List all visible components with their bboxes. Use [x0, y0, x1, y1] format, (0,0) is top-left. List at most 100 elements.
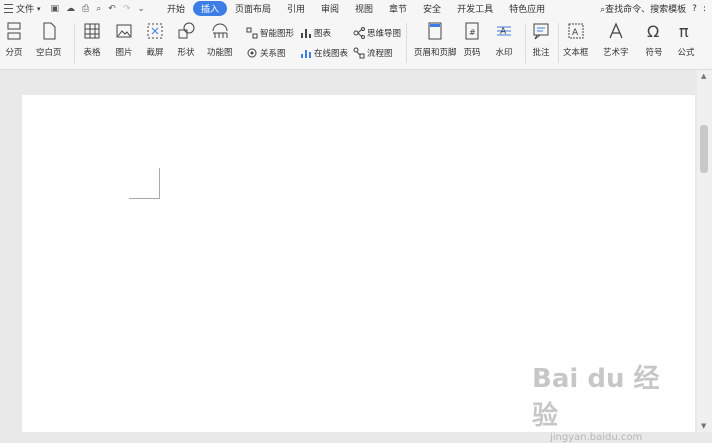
table-label: 表格 — [83, 48, 101, 58]
print-preview-icon[interactable]: ⌕ — [96, 4, 101, 14]
screenshot-label: 截屏 — [146, 48, 164, 58]
watermark-label: 水印 — [495, 48, 513, 58]
pi-icon: π — [679, 22, 689, 41]
file-menu[interactable]: 文件 ▾ — [4, 2, 41, 15]
formula-label: 公式 — [677, 48, 695, 58]
smart-graphic-button[interactable]: 智能图形 — [246, 27, 294, 39]
watermark-icon: A — [497, 26, 511, 37]
blank-page-button[interactable]: 空白页 — [36, 21, 62, 58]
picture-button[interactable]: 图片 — [114, 21, 134, 58]
menu-icon — [4, 4, 13, 13]
symbol-button[interactable]: Ω 符号 — [644, 21, 664, 58]
wordart-icon — [609, 22, 623, 39]
page-break-icon — [7, 22, 21, 40]
blank-page-icon — [43, 22, 56, 40]
ribbon-separator — [74, 23, 75, 63]
relation-chart-label: 关系图 — [260, 49, 286, 59]
page-break-label: 分页 — [5, 48, 23, 58]
formula-button[interactable]: π 公式 — [676, 21, 696, 58]
online-chart-button[interactable]: 在线图表 — [300, 47, 348, 59]
ribbon-tabs: 开始 插入 页面布局 引用 审阅 视图 章节 安全 开发工具 特色应用 — [159, 1, 553, 16]
shape-icon — [178, 22, 195, 39]
comment-button[interactable]: 批注 — [531, 21, 551, 58]
undo-icon[interactable]: ↶ — [108, 4, 116, 14]
comment-label: 批注 — [532, 48, 550, 58]
table-icon — [84, 23, 100, 39]
svg-text:π: π — [679, 22, 689, 41]
page-number-button[interactable]: # 页码 — [462, 21, 482, 58]
flowchart-button[interactable]: 流程图 — [353, 47, 393, 59]
flowchart-label: 流程图 — [367, 49, 393, 59]
chart-button[interactable]: 图表 — [300, 27, 331, 39]
wordart-label: 艺术字 — [603, 48, 629, 58]
ribbon: 分页 空白页 表格 图片 截屏 形状 功能图 智能图形 图表 思维导图 关系图 — [0, 17, 712, 70]
wordart-button[interactable]: 艺术字 — [603, 21, 629, 58]
scroll-down-icon[interactable]: ▼ — [701, 422, 706, 430]
ribbon-separator — [406, 23, 407, 63]
mind-map-label: 思维导图 — [367, 29, 402, 39]
print-icon[interactable]: ⎙ — [82, 4, 89, 14]
mind-map-button[interactable]: 思维导图 — [353, 27, 401, 39]
table-button[interactable]: 表格 — [82, 21, 102, 58]
textbox-label: 文本框 — [563, 48, 589, 58]
tab-page-layout[interactable]: 页面布局 — [227, 1, 279, 16]
scrollbar-thumb[interactable] — [700, 125, 708, 173]
page-number-icon: # — [465, 22, 479, 40]
page-break-button[interactable]: 分页 — [4, 21, 24, 58]
scissors-icon — [147, 23, 163, 39]
tab-home[interactable]: 开始 — [159, 1, 193, 16]
ribbon-separator — [525, 23, 526, 63]
search-command-label: 查找命令、搜索模板 — [605, 5, 687, 15]
baidu-watermark: Bai du 经验 jingyan.baidu.com — [532, 358, 682, 443]
comment-icon — [533, 23, 549, 40]
watermark-url: jingyan.baidu.com — [550, 432, 643, 443]
textbox-button[interactable]: A 文本框 — [563, 21, 589, 58]
header-footer-button[interactable]: 页眉和页脚 — [414, 21, 457, 58]
tab-special[interactable]: 特色应用 — [501, 1, 553, 16]
tab-security[interactable]: 安全 — [415, 1, 449, 16]
quick-access: ▣ ☁ ⎙ ⌕ ↶ ↷ ⌄ — [51, 4, 145, 14]
chevron-down-icon: ▾ — [37, 4, 41, 13]
page-number-label: 页码 — [463, 48, 481, 58]
tab-view[interactable]: 视图 — [347, 1, 381, 16]
tab-review[interactable]: 审阅 — [313, 1, 347, 16]
tab-references[interactable]: 引用 — [279, 1, 313, 16]
cloud-icon[interactable]: ☁ — [66, 4, 75, 14]
screenshot-button[interactable]: 截屏 — [145, 21, 165, 58]
watermark-brand: Bai du 经验 — [532, 364, 660, 431]
picture-label: 图片 — [115, 48, 133, 58]
redo-icon[interactable]: ↷ — [123, 4, 131, 14]
menubar: 文件 ▾ ▣ ☁ ⎙ ⌕ ↶ ↷ ⌄ 开始 插入 页面布局 引用 审阅 视图 章… — [0, 0, 712, 17]
online-chart-label: 在线图表 — [314, 49, 349, 59]
svg-text:A: A — [572, 28, 579, 38]
vertical-scrollbar[interactable]: ▲ ▼ — [697, 70, 712, 432]
header-footer-label: 页眉和页脚 — [414, 48, 457, 58]
tab-section[interactable]: 章节 — [381, 1, 415, 16]
scroll-up-icon[interactable]: ▲ — [701, 72, 706, 80]
svg-text:Ω: Ω — [647, 22, 659, 41]
mind-map-icon — [353, 27, 365, 39]
help-button[interactable]: ? — [692, 4, 697, 14]
relation-chart-button[interactable]: 关系图 — [246, 47, 286, 59]
watermark-button[interactable]: A 水印 — [494, 21, 514, 58]
tab-developer[interactable]: 开发工具 — [449, 1, 501, 16]
svg-text:#: # — [469, 28, 476, 37]
file-menu-label: 文件 — [16, 5, 35, 15]
ribbon-separator — [558, 23, 559, 63]
bar-chart-icon — [301, 29, 311, 38]
online-chart-icon — [301, 50, 311, 58]
tab-insert[interactable]: 插入 — [192, 1, 227, 16]
smart-graphic-icon — [246, 27, 258, 39]
symbol-label: 符号 — [645, 48, 663, 58]
textbox-icon: A — [568, 23, 584, 39]
function-chart-button[interactable]: 功能图 — [207, 21, 233, 58]
function-chart-icon — [212, 23, 228, 38]
shape-button[interactable]: 形状 — [176, 21, 196, 58]
customize-icon[interactable]: ⌄ — [137, 4, 145, 14]
more-button[interactable]: : — [703, 4, 706, 14]
save-icon[interactable]: ▣ — [51, 4, 60, 14]
menubar-right: ⌕查找命令、搜索模板 ? : — [600, 2, 706, 16]
flowchart-icon — [353, 47, 365, 59]
smart-graphic-label: 智能图形 — [260, 29, 295, 39]
search-command[interactable]: ⌕查找命令、搜索模板 — [600, 2, 686, 15]
